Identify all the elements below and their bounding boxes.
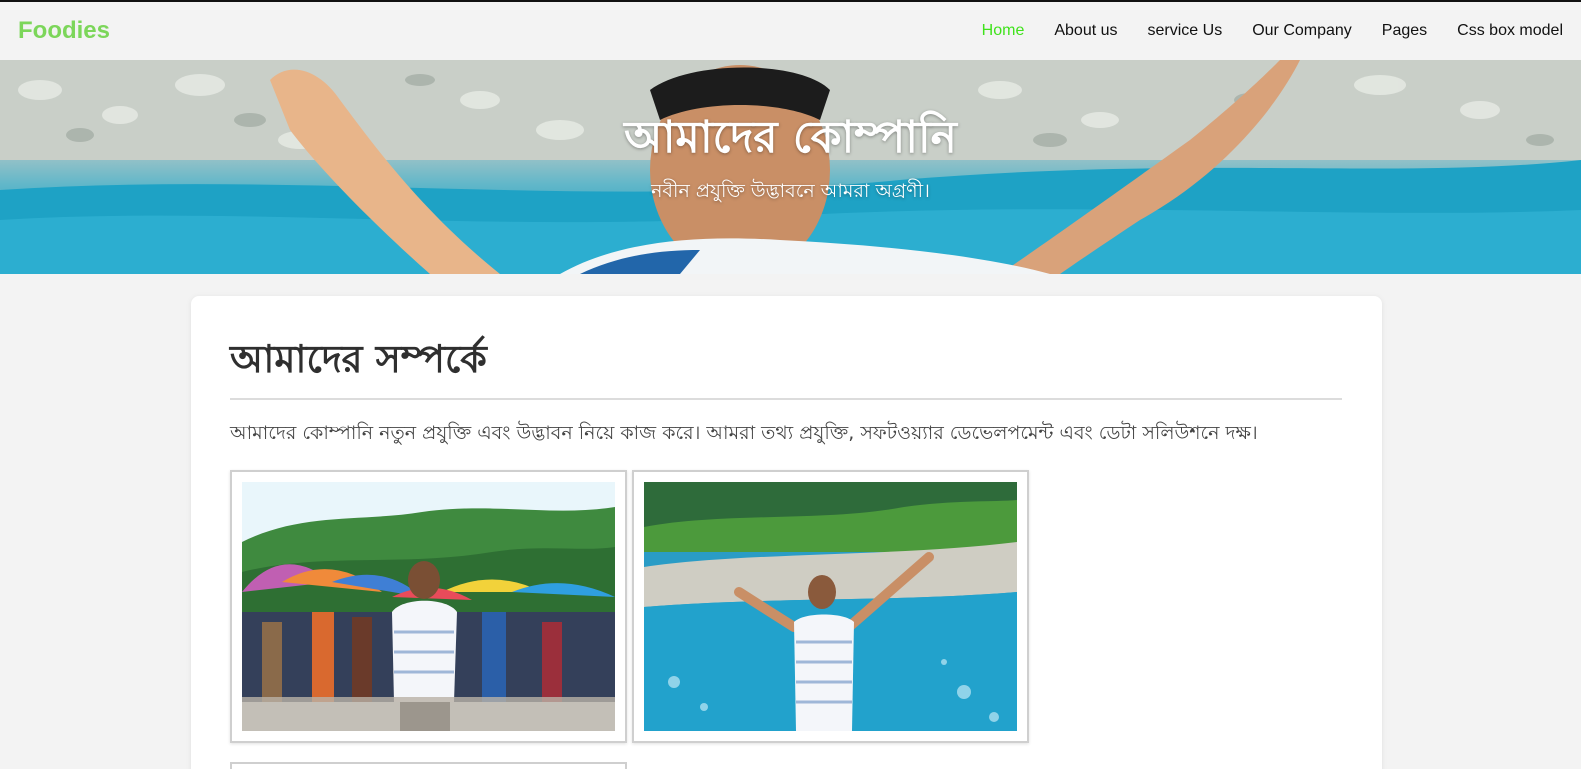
hero-text: আমাদের কোম্পানি নবীন প্রযুক্তি উদ্ভাবনে … xyxy=(0,112,1581,209)
about-paragraph: আমাদের কোম্পানি নতুন প্রযুক্তি এবং উদ্ভা… xyxy=(230,421,1258,444)
hero-title: আমাদের কোম্পানি xyxy=(624,112,957,163)
nav-links: Home About us service Us Our Company Pag… xyxy=(952,22,1563,40)
nav-link-home[interactable]: Home xyxy=(982,22,1025,40)
top-navbar: Foodies Home About us service Us Our Com… xyxy=(0,2,1581,60)
gallery-photo-partial xyxy=(230,762,627,769)
brand-logo[interactable]: Foodies xyxy=(18,17,110,45)
photo-gallery xyxy=(230,470,1342,744)
hero-subtitle: নবীন প্রযুক্তি উদ্ভাবনে আমরা অগ্রণী। xyxy=(651,179,930,202)
beach-crowd-image xyxy=(242,482,615,732)
about-heading: আমাদের সম্পর্কে xyxy=(230,336,1342,400)
nav-link-pages[interactable]: Pages xyxy=(1382,22,1427,40)
about-card: আমাদের সম্পর্কে আমাদের কোম্পানি নতুন প্র… xyxy=(191,296,1382,769)
nav-link-our-company[interactable]: Our Company xyxy=(1252,22,1352,40)
gallery-photo-water-splash[interactable] xyxy=(632,470,1029,744)
water-splash-image xyxy=(644,482,1017,732)
gallery-photo-beach-crowd[interactable] xyxy=(230,470,627,744)
nav-link-css-box-model[interactable]: Css box model xyxy=(1457,22,1563,40)
nav-link-about-us[interactable]: About us xyxy=(1054,22,1117,40)
nav-link-service-us[interactable]: service Us xyxy=(1148,22,1223,40)
hero-banner: আমাদের কোম্পানি নবীন প্রযুক্তি উদ্ভাবনে … xyxy=(0,60,1581,274)
